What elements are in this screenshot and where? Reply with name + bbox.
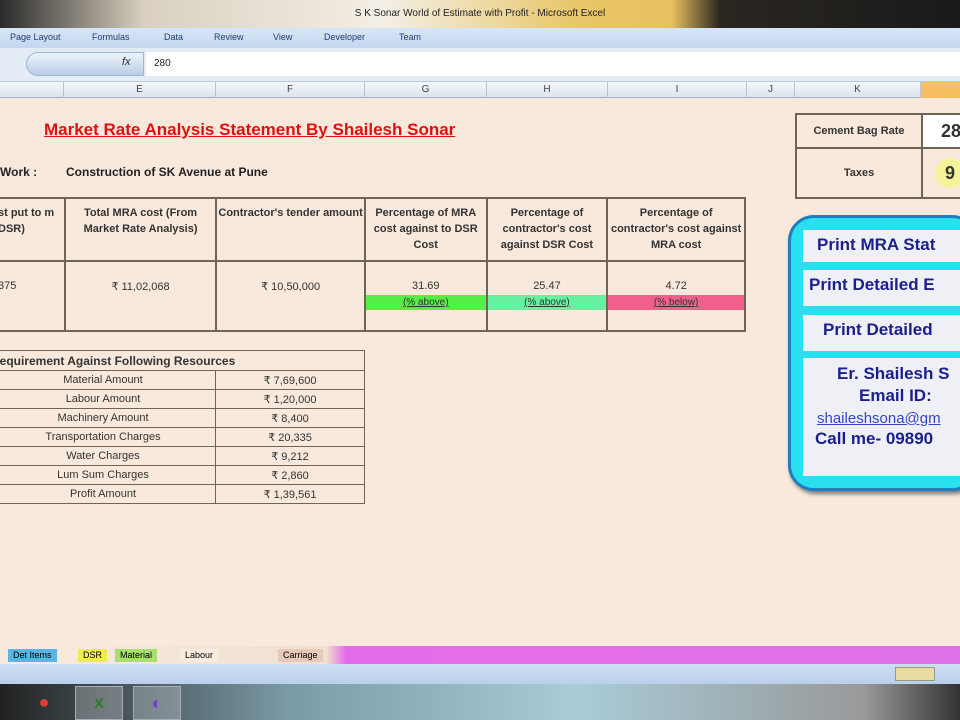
action-panel: Print MRA Stat Print Detailed E Print De… [788, 215, 960, 491]
summary-table: st put to m DSR) Total MRA cost (From Ma… [0, 197, 746, 332]
view-buttons[interactable] [895, 667, 935, 681]
resource-label: Lum Sum Charges [0, 465, 216, 485]
tab-team[interactable]: Team [399, 32, 421, 42]
work-value: Construction of SK Avenue at Pune [66, 165, 268, 179]
value-dsr-cost[interactable]: 375 [0, 260, 66, 332]
column-headers: E F G H I J K [0, 82, 960, 98]
header-total-mra: Total MRA cost (From Market Rate Analysi… [63, 197, 218, 262]
resource-row: Transportation Charges ₹ 20,335 [0, 427, 365, 447]
resource-row: Water Charges ₹ 9,212 [0, 446, 365, 466]
work-label: Work : [0, 165, 38, 179]
cell-pct-contractor-dsr[interactable]: 25.47 (% above) [485, 260, 609, 332]
cell-pct-contractor-mra[interactable]: 4.72 (% below) [606, 260, 746, 332]
ribbon-tabs: Page Layout Formulas Data Review View De… [0, 28, 960, 48]
taxes-label: Taxes [795, 147, 923, 199]
resource-value[interactable]: ₹ 9,212 [215, 446, 365, 466]
header-dsr-cost: st put to m DSR) [0, 197, 66, 262]
value-tender-amount[interactable]: ₹ 10,50,000 [215, 260, 366, 332]
print-detailed-estimate-button[interactable]: Print Detailed E [803, 270, 960, 306]
sheet-tab-material[interactable]: Material [115, 649, 158, 662]
sheet-tabs: Det Items DSR Material Labour Carriage [0, 646, 960, 664]
tab-review[interactable]: Review [214, 32, 244, 42]
taxes-value: 9 [935, 158, 960, 188]
taskbar: ● X ◐ [0, 684, 960, 720]
sheet-tab-dsr[interactable]: DSR [78, 649, 108, 662]
column-header-j[interactable]: J [747, 82, 795, 98]
column-header-g[interactable]: G [365, 82, 487, 98]
excel-icon[interactable]: X [75, 686, 123, 720]
column-header-f[interactable]: F [216, 82, 365, 98]
status-bar [0, 664, 960, 684]
formula-bar: fx 280 [0, 48, 960, 82]
app-icon[interactable]: ◐ [133, 686, 181, 720]
resource-label: Transportation Charges [0, 427, 216, 447]
resource-value[interactable]: ₹ 20,335 [215, 427, 365, 447]
header-pct-mra-dsr: Percentage of MRA cost against to DSR Co… [363, 197, 488, 262]
contact-box: Er. Shailesh S Email ID: shaileshsona@gm… [803, 358, 960, 476]
resource-value[interactable]: ₹ 1,39,561 [215, 484, 365, 504]
header-tender-amount: Contractor's tender amount [215, 197, 366, 262]
value-pct-contractor-mra: 4.72 [665, 280, 687, 292]
fx-icon[interactable]: fx [122, 56, 131, 68]
resource-label: Profit Amount [0, 484, 216, 504]
resource-value[interactable]: ₹ 7,69,600 [215, 370, 365, 390]
badge-above: (% above) [485, 295, 609, 310]
column-header-h[interactable]: H [487, 82, 608, 98]
sheet-tab-labour[interactable]: Labour [180, 649, 219, 662]
tab-view[interactable]: View [273, 32, 292, 42]
tab-formulas[interactable]: Formulas [92, 32, 130, 42]
column-header-l[interactable] [921, 82, 960, 98]
column-header-e[interactable]: E [64, 82, 216, 98]
resource-row: Machinery Amount ₹ 8,400 [0, 408, 365, 428]
resource-row: Lum Sum Charges ₹ 2,860 [0, 465, 365, 485]
title-bar: S K Sonar World of Estimate with Profit … [0, 0, 960, 28]
value-pct-mra-dsr: 31.69 [411, 280, 440, 292]
badge-below: (% below) [606, 295, 746, 310]
resource-row: Profit Amount ₹ 1,39,561 [0, 484, 365, 504]
taxes-cell[interactable]: 9 [921, 147, 960, 199]
chrome-icon[interactable]: ● [20, 686, 68, 720]
column-header-i[interactable]: I [608, 82, 747, 98]
value-pct-contractor-dsr: 25.47 [533, 280, 561, 292]
column-header-d[interactable] [0, 82, 64, 98]
resource-value[interactable]: ₹ 8,400 [215, 408, 365, 428]
resources-table: Requirement Against Following Resources … [0, 350, 365, 504]
header-pct-contractor-mra: Percentage of contractor's cost against … [606, 197, 746, 262]
email-label: Email ID: [859, 386, 932, 405]
contact-name: Er. Shailesh S [837, 364, 950, 383]
value-total-mra[interactable]: ₹ 11,02,068 [63, 260, 218, 332]
badge-above: (% above) [363, 295, 488, 310]
resource-label: Labour Amount [0, 389, 216, 409]
cement-bag-rate-value[interactable]: 28 [921, 113, 960, 149]
tab-data[interactable]: Data [164, 32, 183, 42]
resource-row: Material Amount ₹ 7,69,600 [0, 370, 365, 390]
sheet-tab-det-items[interactable]: Det Items [8, 649, 57, 662]
print-detailed-button[interactable]: Print Detailed [803, 315, 960, 351]
resource-row: Labour Amount ₹ 1,20,000 [0, 389, 365, 409]
phone: Call me- 09890 [815, 429, 934, 448]
resource-label: Material Amount [0, 370, 216, 390]
header-pct-contractor-dsr: Percentage of contractor's cost against … [485, 197, 609, 262]
tab-page-layout[interactable]: Page Layout [10, 32, 61, 42]
resource-value[interactable]: ₹ 2,860 [215, 465, 365, 485]
sheet-title: Market Rate Analysis Statement By Shaile… [44, 120, 456, 139]
cement-bag-rate-label: Cement Bag Rate [795, 113, 923, 149]
column-header-k[interactable]: K [795, 82, 921, 98]
email-link[interactable]: shaileshsona@gm [803, 406, 960, 427]
resource-value[interactable]: ₹ 1,20,000 [215, 389, 365, 409]
print-mra-statement-button[interactable]: Print MRA Stat [803, 230, 960, 262]
resource-label: Water Charges [0, 446, 216, 466]
resource-label: Machinery Amount [0, 408, 216, 428]
sheet-tab-carriage[interactable]: Carriage [278, 649, 323, 662]
cement-table: Cement Bag Rate 28 Taxes 9 [795, 113, 960, 199]
formula-input[interactable]: 280 [146, 52, 960, 76]
tab-developer[interactable]: Developer [324, 32, 365, 42]
window-title: S K Sonar World of Estimate with Profit … [354, 8, 606, 19]
cell-pct-mra-dsr[interactable]: 31.69 (% above) [363, 260, 488, 332]
resources-header: Requirement Against Following Resources [0, 350, 365, 371]
